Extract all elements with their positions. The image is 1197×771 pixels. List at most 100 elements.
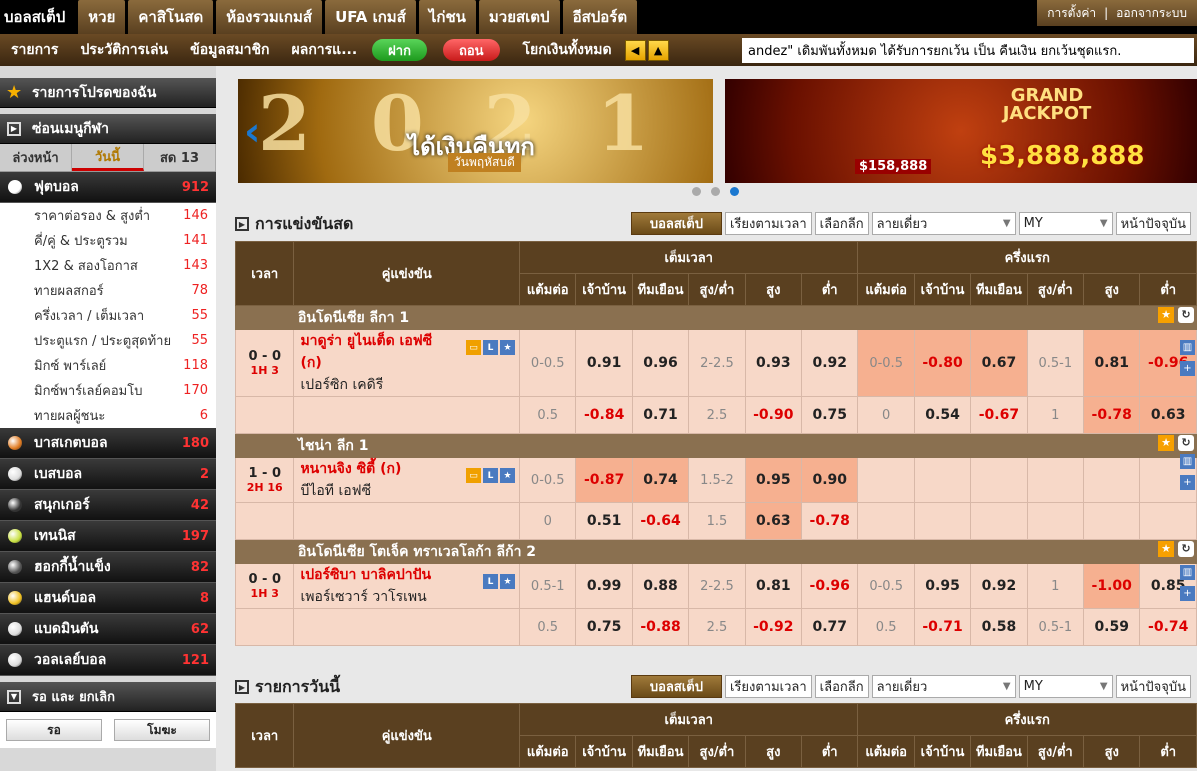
tab-today[interactable]: วันนี้ xyxy=(72,144,144,171)
promo-banner-cashback[interactable]: 2021 ได้เงินคืนทุก วันพฤหัสบดี ‹ xyxy=(238,79,713,183)
nav-history[interactable]: ประวัติการเล่น xyxy=(69,39,179,61)
sport-item[interactable]: ฟุตบอล 912 xyxy=(0,172,216,203)
odds-cell[interactable]: -0.92 xyxy=(744,608,803,646)
odds-cell[interactable]: 0.54 xyxy=(913,396,972,434)
odds-cell[interactable]: 0.95 xyxy=(913,563,972,609)
refresh-icon[interactable]: ↻ xyxy=(1178,306,1194,323)
settings-link[interactable]: การตั้งค่า xyxy=(1047,4,1096,23)
hide-menu-bar[interactable]: ▶ ซ่อนเมนูกีฬา xyxy=(0,114,216,144)
sport-sub-item[interactable]: ประตูแรก / ประตูสุดท้าย 55 xyxy=(0,328,216,353)
odds-cell[interactable]: 0.88 xyxy=(631,563,690,609)
odds-type-select[interactable]: MY ▼ xyxy=(1018,675,1113,698)
banner-dot[interactable] xyxy=(711,187,720,196)
sport-sub-item[interactable]: ทายผลผู้ชนะ 6 xyxy=(0,403,216,428)
chart-icon[interactable]: ▥ xyxy=(1180,454,1195,469)
nav-results[interactable]: ผลการแ... xyxy=(281,39,369,61)
live-icon[interactable]: L xyxy=(483,574,499,589)
sport-item[interactable]: เบสบอล 2 xyxy=(0,459,216,490)
odds-cell[interactable]: 0.92 xyxy=(800,329,859,397)
current-page-button[interactable]: หน้าปัจจุบัน xyxy=(1115,212,1191,235)
select-league-button[interactable]: เลือกลีก xyxy=(814,675,869,698)
odds-cell[interactable]: 0.71 xyxy=(631,396,690,434)
sport-sub-item[interactable]: ราคาต่อรอง & สูงต่ำ 146 xyxy=(0,203,216,228)
odds-cell[interactable]: 0.74 xyxy=(631,457,690,503)
sport-item[interactable]: สนุกเกอร์ 42 xyxy=(0,490,216,521)
top-tab[interactable]: คาสิโนสด xyxy=(128,0,214,34)
odds-cell[interactable]: -0.80 xyxy=(913,329,972,397)
promo-banner-jackpot[interactable]: GRAND JACKPOT $3,888,888 $158,888 xyxy=(725,79,1197,183)
refresh-icon[interactable]: ↻ xyxy=(1178,434,1194,451)
live-icon[interactable]: L xyxy=(483,340,499,355)
star-icon[interactable]: ★ xyxy=(500,340,516,355)
plus-icon[interactable]: + xyxy=(1180,586,1195,601)
sport-sub-item[interactable]: ครึ่งเวลา / เต็มเวลา 55 xyxy=(0,303,216,328)
odds-cell[interactable]: 0.75 xyxy=(800,396,859,434)
top-tab[interactable]: ไก่ชน xyxy=(418,0,476,34)
sort-time-button[interactable]: เรียงตามเวลา xyxy=(724,675,812,698)
top-tab[interactable]: อีสปอร์ต xyxy=(562,0,638,34)
chart-icon[interactable]: ▥ xyxy=(1180,565,1195,580)
banner-prev-arrow-icon[interactable]: ‹ xyxy=(244,109,260,155)
odds-cell[interactable]: 0.92 xyxy=(970,563,1028,609)
odds-cell[interactable]: -0.64 xyxy=(631,502,690,540)
logout-link[interactable]: ออกจากระบบ xyxy=(1116,4,1187,23)
odds-cell[interactable]: 0.59 xyxy=(1083,608,1141,646)
nav-list[interactable]: รายการ xyxy=(0,39,69,61)
odds-cell[interactable]: -0.78 xyxy=(1083,396,1141,434)
star-icon[interactable]: ★ xyxy=(500,574,516,589)
star-icon[interactable]: ★ xyxy=(500,468,516,483)
odds-cell[interactable]: 0.96 xyxy=(631,329,690,397)
top-tab[interactable]: หวย xyxy=(78,0,126,34)
odds-cell[interactable]: -0.96 xyxy=(800,563,859,609)
odds-cell[interactable]: 0.95 xyxy=(744,457,803,503)
sport-item[interactable]: แบดมินตัน 62 xyxy=(0,614,216,645)
odds-cell[interactable]: 0.81 xyxy=(744,563,803,609)
tv-icon[interactable]: ▭ xyxy=(466,468,482,483)
sport-item[interactable]: วอลเลย์บอล 121 xyxy=(0,645,216,676)
view-select[interactable]: ลายเดี่ยว ▼ xyxy=(871,212,1016,235)
withdraw-button[interactable]: ถอน xyxy=(442,39,500,61)
sport-sub-item[interactable]: มิกซ์ พาร์เลย์ 118 xyxy=(0,353,216,378)
odds-cell[interactable]: 0.63 xyxy=(744,502,803,540)
odds-cell[interactable]: 0.77 xyxy=(800,608,859,646)
odds-cell[interactable]: -0.67 xyxy=(970,396,1028,434)
odds-cell[interactable]: 0.99 xyxy=(575,563,633,609)
odds-type-select[interactable]: MY ▼ xyxy=(1018,212,1113,235)
favorites-bar[interactable]: ★ รายการโปรดของฉัน xyxy=(0,78,216,108)
chart-icon[interactable]: ▥ xyxy=(1180,340,1195,355)
odds-cell[interactable]: -0.90 xyxy=(744,396,803,434)
sort-time-button[interactable]: เรียงตามเวลา xyxy=(724,212,812,235)
odds-cell[interactable]: -1.00 xyxy=(1083,563,1141,609)
sport-item[interactable]: ฮอกกี้น้ำแข็ง 82 xyxy=(0,552,216,583)
banner-dot-active[interactable] xyxy=(730,187,739,196)
wait-button[interactable]: รอ xyxy=(6,719,102,741)
arrow-left-icon[interactable]: ◀ xyxy=(624,39,646,61)
top-tab[interactable]: มวยสเตป xyxy=(478,0,560,34)
plus-icon[interactable]: + xyxy=(1180,475,1195,490)
deposit-button[interactable]: ฝาก xyxy=(372,39,427,61)
sport-sub-item[interactable]: ทายผลสกอร์ 78 xyxy=(0,278,216,303)
collapse-icon[interactable]: ▶ xyxy=(235,680,249,694)
odds-cell[interactable]: 0.67 xyxy=(970,329,1028,397)
top-tab[interactable]: UFA เกมส์ xyxy=(325,0,416,34)
odds-cell[interactable]: 0.93 xyxy=(744,329,803,397)
collapse-icon[interactable]: ▶ xyxy=(235,217,249,231)
favorite-star-icon[interactable]: ★ xyxy=(1158,434,1174,451)
tv-icon[interactable]: ▭ xyxy=(466,340,482,355)
odds-cell[interactable]: 0.90 xyxy=(800,457,859,503)
sport-sub-item[interactable]: คี่/คู่ & ประตูรวม 141 xyxy=(0,228,216,253)
odds-cell[interactable]: 0.81 xyxy=(1083,329,1141,397)
odds-cell[interactable]: -0.71 xyxy=(913,608,972,646)
sport-sub-item[interactable]: 1X2 & สองโอกาส 143 xyxy=(0,253,216,278)
odds-cell[interactable]: -0.88 xyxy=(631,608,690,646)
odds-cell[interactable]: -0.78 xyxy=(800,502,859,540)
current-page-button[interactable]: หน้าปัจจุบัน xyxy=(1115,675,1191,698)
odds-cell[interactable]: -0.84 xyxy=(575,396,633,434)
sport-item[interactable]: บาสเกตบอล 180 xyxy=(0,428,216,459)
step-button[interactable]: บอลสเต็ป xyxy=(630,212,722,235)
odds-cell[interactable]: -0.87 xyxy=(575,457,633,503)
sport-item[interactable]: เทนนิส 197 xyxy=(0,521,216,552)
view-select[interactable]: ลายเดี่ยว ▼ xyxy=(871,675,1016,698)
top-tab[interactable]: บอลสเต็ป xyxy=(0,0,76,34)
plus-icon[interactable]: + xyxy=(1180,361,1195,376)
